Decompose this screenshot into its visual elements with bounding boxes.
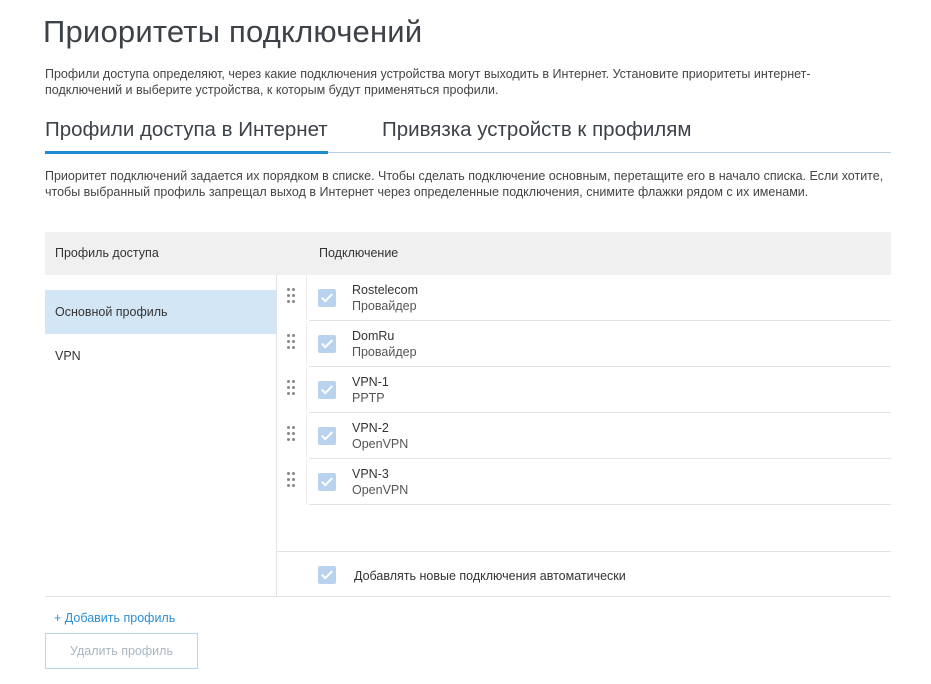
profiles-table: Профиль доступа Подключение Основной про… xyxy=(45,232,891,625)
connection-checkbox[interactable] xyxy=(318,473,336,491)
auto-add-checkbox[interactable] xyxy=(318,566,336,584)
divider xyxy=(45,596,891,597)
connection-name: Rostelecom xyxy=(352,283,418,297)
connection-row: DomRu Провайдер xyxy=(277,321,891,367)
drag-handle-icon[interactable] xyxy=(287,472,295,488)
connection-type: Провайдер xyxy=(352,299,417,313)
delete-profile-button[interactable]: Удалить профиль xyxy=(45,633,198,669)
drag-handle-icon[interactable] xyxy=(287,380,295,396)
header-connection: Подключение xyxy=(319,246,399,260)
tab-description: Приоритет подключений задается их порядк… xyxy=(45,169,884,199)
connection-row: Rostelecom Провайдер xyxy=(277,275,891,321)
connection-type: PPTP xyxy=(352,391,385,405)
connection-type: OpenVPN xyxy=(352,483,409,497)
connection-type: OpenVPN xyxy=(352,437,409,451)
auto-add-label: Добавлять новые подключения автоматическ… xyxy=(354,569,626,583)
page-title: Приоритеты подключений xyxy=(43,14,423,49)
tab-device-binding[interactable]: Привязка устройств к профилям xyxy=(382,118,691,151)
connection-row: VPN-3 OpenVPN xyxy=(277,459,891,505)
connection-name: VPN-1 xyxy=(352,375,389,389)
tab-bar: Профили доступа в Интернет Привязка устр… xyxy=(45,118,891,154)
drag-handle-icon[interactable] xyxy=(287,334,295,350)
page-intro: Профили доступа определяют, через какие … xyxy=(45,67,811,97)
connection-checkbox[interactable] xyxy=(318,427,336,445)
connection-name: VPN-3 xyxy=(352,467,389,481)
auto-add-row: Добавлять новые подключения автоматическ… xyxy=(277,552,891,596)
connection-checkbox[interactable] xyxy=(318,381,336,399)
connection-checkbox[interactable] xyxy=(318,335,336,353)
connection-row: VPN-1 PPTP xyxy=(277,367,891,413)
connection-checkbox[interactable] xyxy=(318,289,336,307)
tab-access-profiles[interactable]: Профили доступа в Интернет xyxy=(45,118,328,154)
connection-name: VPN-2 xyxy=(352,421,389,435)
profile-item-vpn[interactable]: VPN xyxy=(45,334,276,378)
drag-handle-icon[interactable] xyxy=(287,426,295,442)
profile-item-main[interactable]: Основной профиль xyxy=(45,290,276,334)
connection-name: DomRu xyxy=(352,329,395,343)
header-profile: Профиль доступа xyxy=(55,246,159,260)
profile-list: Основной профиль VPN + Добавить профиль xyxy=(45,275,277,625)
drag-handle-icon[interactable] xyxy=(287,288,295,304)
connection-row: VPN-2 OpenVPN xyxy=(277,413,891,459)
connection-type: Провайдер xyxy=(352,345,417,359)
table-header: Профиль доступа Подключение xyxy=(45,232,891,275)
add-profile-link[interactable]: + Добавить профиль xyxy=(54,611,175,625)
